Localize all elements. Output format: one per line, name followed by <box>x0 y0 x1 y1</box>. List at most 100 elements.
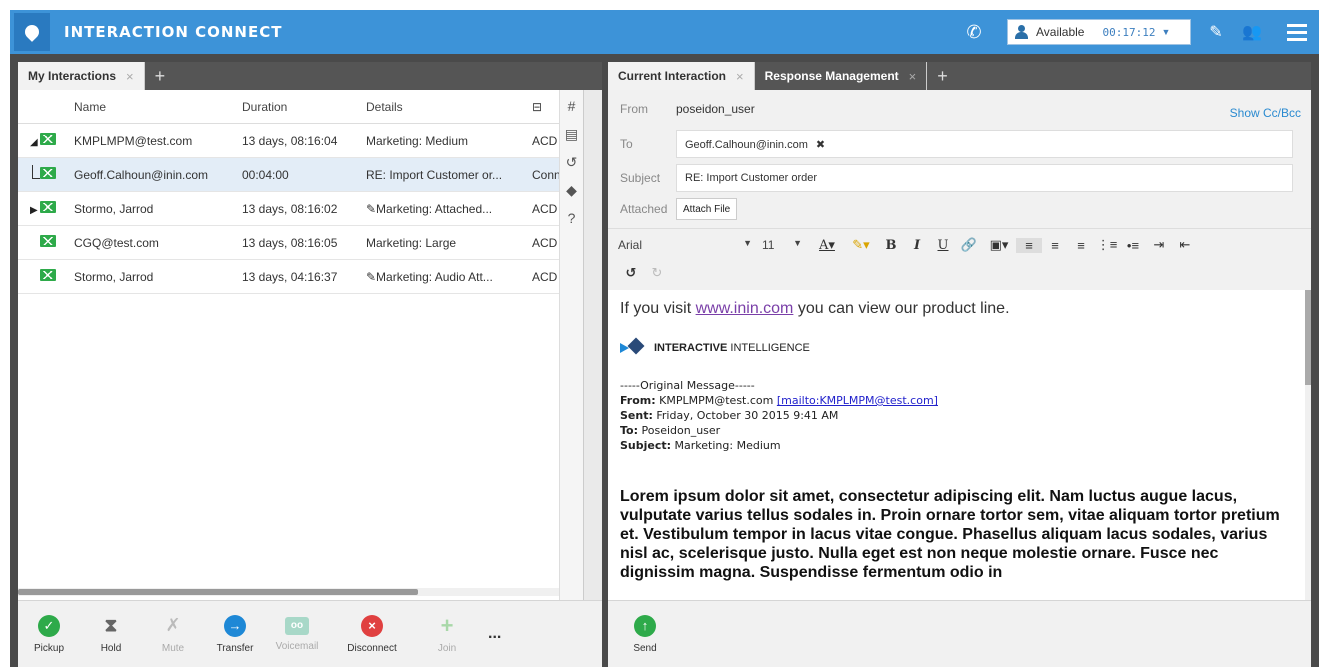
add-tab-icon[interactable]: + <box>927 62 958 90</box>
disconnect-button[interactable]: × Disconnect <box>328 614 416 654</box>
mailto-link[interactable]: [mailto:KMPLMPM@test.com] <box>777 394 938 407</box>
orig-to-value: Poseidon_user <box>641 424 721 437</box>
compose-icon[interactable]: ✎ <box>1205 22 1227 42</box>
table-row[interactable]: CGQ@test.com 13 days, 08:16:05 Marketing… <box>18 226 559 260</box>
align-center-icon[interactable]: ≡ <box>1042 238 1068 253</box>
app-logo-icon[interactable] <box>14 13 50 51</box>
row-queue: ACD <box>532 133 558 148</box>
bold-icon[interactable]: B <box>878 238 904 253</box>
table-row[interactable]: ◢ KMPLMPM@test.com 13 days, 08:16:04 Mar… <box>18 124 559 158</box>
email-icon <box>40 269 56 281</box>
orig-sent-value: Friday, October 30 2015 9:41 AM <box>656 409 839 422</box>
expand-right-icon[interactable]: ▶ <box>18 205 38 216</box>
underline-icon[interactable]: U <box>930 238 956 253</box>
indent-icon[interactable]: ⇥ <box>1146 237 1172 253</box>
outdent-icon[interactable]: ⇤ <box>1172 237 1198 253</box>
email-icon <box>40 133 56 145</box>
help-icon[interactable]: ? <box>563 208 581 228</box>
font-size-select[interactable]: 11 ▼ <box>762 238 810 252</box>
to-field[interactable]: Geoff.Calhoun@inin.com ✖ <box>676 130 1293 158</box>
voicemail-label: Voicemail <box>275 640 319 652</box>
column-name[interactable]: Name <box>74 100 242 114</box>
numbered-list-icon[interactable]: ⋮≡ <box>1094 237 1120 253</box>
transfer-button[interactable]: → Transfer <box>204 614 266 654</box>
logo-text-bold: INTERACTIVE <box>654 342 728 354</box>
highlight-icon[interactable]: ✎▾ <box>844 237 878 253</box>
hourglass-icon: ⧗ <box>104 615 118 635</box>
send-button[interactable]: ↑ Send <box>614 614 676 654</box>
panel-splitter[interactable] <box>583 90 602 600</box>
column-duration[interactable]: Duration <box>242 100 366 114</box>
redo-icon[interactable]: ↻ <box>644 265 670 281</box>
chevron-down-icon: ▼ <box>743 238 752 248</box>
transfer-label: Transfer <box>216 642 254 654</box>
column-chooser-icon[interactable]: ⊟ <box>532 100 559 114</box>
app-title: INTERACTION CONNECT <box>64 23 283 41</box>
row-queue: Conn <box>532 167 559 182</box>
join-button[interactable]: + Join <box>416 613 478 654</box>
disconnect-label: Disconnect <box>347 642 397 654</box>
row-details: Marketing: Medium <box>366 133 469 148</box>
align-right-icon[interactable]: ≡ <box>1068 238 1094 253</box>
tab-label: My Interactions <box>28 69 117 83</box>
from-value: poseidon_user <box>676 102 755 116</box>
disconnect-x-icon: × <box>361 614 383 637</box>
close-icon[interactable]: × <box>909 69 917 84</box>
align-left-icon[interactable]: ≡ <box>1016 237 1042 253</box>
hash-icon[interactable]: # <box>563 96 581 116</box>
notes-icon[interactable]: ▤ <box>563 124 581 144</box>
phone-icon[interactable]: ✆ <box>963 22 985 43</box>
attach-file-button[interactable]: Attach File <box>676 198 738 220</box>
image-icon[interactable]: ▣▾ <box>982 237 1016 253</box>
close-icon[interactable]: × <box>736 69 744 84</box>
row-duration: 13 days, 04:16:37 <box>242 269 338 284</box>
hold-button[interactable]: ⧗ Hold <box>80 615 142 654</box>
scrollbar-thumb[interactable] <box>18 589 418 595</box>
pickup-button[interactable]: ✓ Pickup <box>18 614 80 654</box>
close-icon[interactable]: × <box>126 69 134 84</box>
intro-text: If you visit <box>620 300 696 317</box>
lorem-paragraph: Lorem ipsum dolor sit amet, consectetur … <box>620 488 1280 581</box>
subject-field[interactable]: RE: Import Customer order <box>676 164 1293 192</box>
font-family-select[interactable]: Arial ▼ <box>618 238 762 252</box>
compose-action-bar: ↑ Send <box>608 600 1311 667</box>
link-icon[interactable]: 🔗 <box>956 237 982 253</box>
column-details[interactable]: Details <box>366 100 532 114</box>
tab-my-interactions[interactable]: My Interactions × <box>18 62 145 90</box>
company-logo: INTERACTIVE INTELLIGENCE <box>620 340 1293 356</box>
tab-current-interaction[interactable]: Current Interaction × <box>608 62 755 90</box>
bullet-list-icon[interactable]: •≡ <box>1120 238 1146 253</box>
email-icon <box>40 201 56 213</box>
tab-response-management[interactable]: Response Management × <box>754 62 928 90</box>
expand-down-icon[interactable]: ◢ <box>18 137 38 148</box>
status-person-icon <box>1014 24 1030 40</box>
tag-icon[interactable]: ◆ <box>563 180 581 200</box>
show-cc-bcc-link[interactable]: Show Cc/Bcc <box>1230 106 1301 120</box>
table-row[interactable]: Stormo, Jarrod 13 days, 04:16:37 ✎Market… <box>18 260 559 294</box>
undo-icon[interactable]: ↺ <box>618 265 644 281</box>
more-actions-button[interactable]: ... <box>488 625 501 643</box>
email-icon <box>40 235 56 247</box>
table-row[interactable]: Geoff.Calhoun@inin.com 00:04:00 RE: Impo… <box>18 158 559 192</box>
current-interaction-panel: Current Interaction × Response Managemen… <box>608 62 1311 667</box>
status-selector[interactable]: Available 00:17:12 ▼ <box>1007 19 1191 45</box>
font-color-icon[interactable]: A▾ <box>810 238 844 253</box>
remove-recipient-icon[interactable]: ✖ <box>816 139 825 151</box>
row-duration: 00:04:00 <box>242 167 289 182</box>
voicemail-button[interactable]: oo Voicemail <box>266 616 328 652</box>
inin-link[interactable]: www.inin.com <box>696 300 794 317</box>
horizontal-scrollbar[interactable] <box>18 588 559 596</box>
italic-icon[interactable]: I <box>904 238 930 253</box>
vertical-scrollbar[interactable] <box>1305 290 1311 600</box>
history-icon[interactable]: ↺ <box>563 152 581 172</box>
mute-button[interactable]: ✗ Mute <box>142 615 204 654</box>
add-tab-icon[interactable]: + <box>145 62 176 90</box>
scrollbar-thumb[interactable] <box>1305 290 1311 385</box>
from-label: From <box>620 102 648 116</box>
users-icon[interactable]: 👥 <box>1241 22 1263 42</box>
table-row[interactable]: ▶ Stormo, Jarrod 13 days, 08:16:02 ✎Mark… <box>18 192 559 226</box>
menu-icon[interactable] <box>1275 10 1319 54</box>
message-body-editor[interactable]: If you visit www.inin.com you can view o… <box>608 290 1305 600</box>
recipient-chip: Geoff.Calhoun@inin.com ✖ <box>685 138 825 151</box>
font-size-value: 11 <box>762 238 775 252</box>
